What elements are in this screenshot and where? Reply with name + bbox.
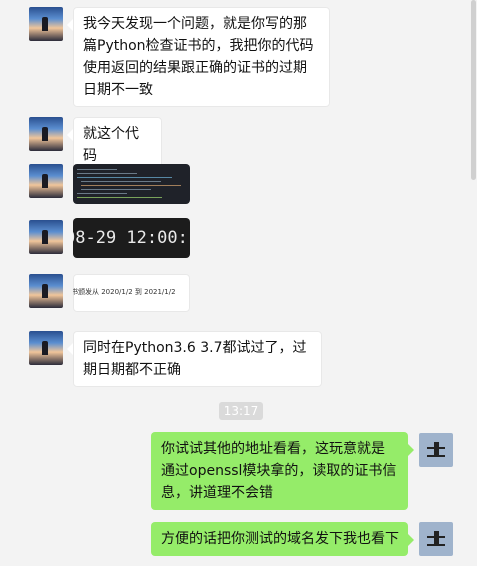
message-text: 同时在Python3.6 3.7都试过了，过期日期都不正确 <box>83 340 307 378</box>
dates-screenshot-text: 书颁发从 2020/1/2 到 2021/1/2 <box>73 288 176 296</box>
chat-panel: 我今天发现一个问题，就是你写的那篇Python检查证书的，我把你的代码使用返回的… <box>0 0 477 566</box>
message-text: 你试试其他的地址看看，这玩意就是通过openssl模块拿的，读取的证书信息，讲道… <box>161 441 397 501</box>
scrollbar[interactable] <box>471 0 476 180</box>
message-bubble[interactable]: 方便的话把你测试的域名发下我也看下 <box>151 522 414 556</box>
message-text: 方便的话把你测试的域名发下我也看下 <box>161 531 399 547</box>
contact-avatar[interactable] <box>29 7 63 41</box>
contact-avatar[interactable] <box>29 274 63 308</box>
contact-avatar[interactable] <box>29 331 63 365</box>
message-bubble[interactable]: 你试试其他的地址看看，这玩意就是通过openssl模块拿的，读取的证书信息，讲道… <box>151 432 414 510</box>
time-screenshot-text: 08-29 12:00: <box>73 228 188 248</box>
contact-avatar[interactable] <box>29 117 63 151</box>
dates-screenshot-image[interactable]: 书颁发从 2020/1/2 到 2021/1/2 <box>73 274 190 312</box>
code-screenshot-image[interactable] <box>73 164 190 204</box>
message-text: 就这个代码 <box>83 126 139 164</box>
message-bubble[interactable]: 我今天发现一个问题，就是你写的那篇Python检查证书的，我把你的代码使用返回的… <box>67 7 330 107</box>
my-avatar[interactable] <box>419 433 453 467</box>
message-text: 我今天发现一个问题，就是你写的那篇Python检查证书的，我把你的代码使用返回的… <box>83 16 314 98</box>
time-screenshot-image[interactable]: 08-29 12:00: <box>73 218 190 258</box>
my-avatar[interactable] <box>419 522 453 556</box>
contact-avatar[interactable] <box>29 164 63 198</box>
timestamp: 13:17 <box>219 402 263 420</box>
contact-avatar[interactable] <box>29 220 63 254</box>
message-bubble[interactable]: 同时在Python3.6 3.7都试过了，过期日期都不正确 <box>67 331 322 387</box>
